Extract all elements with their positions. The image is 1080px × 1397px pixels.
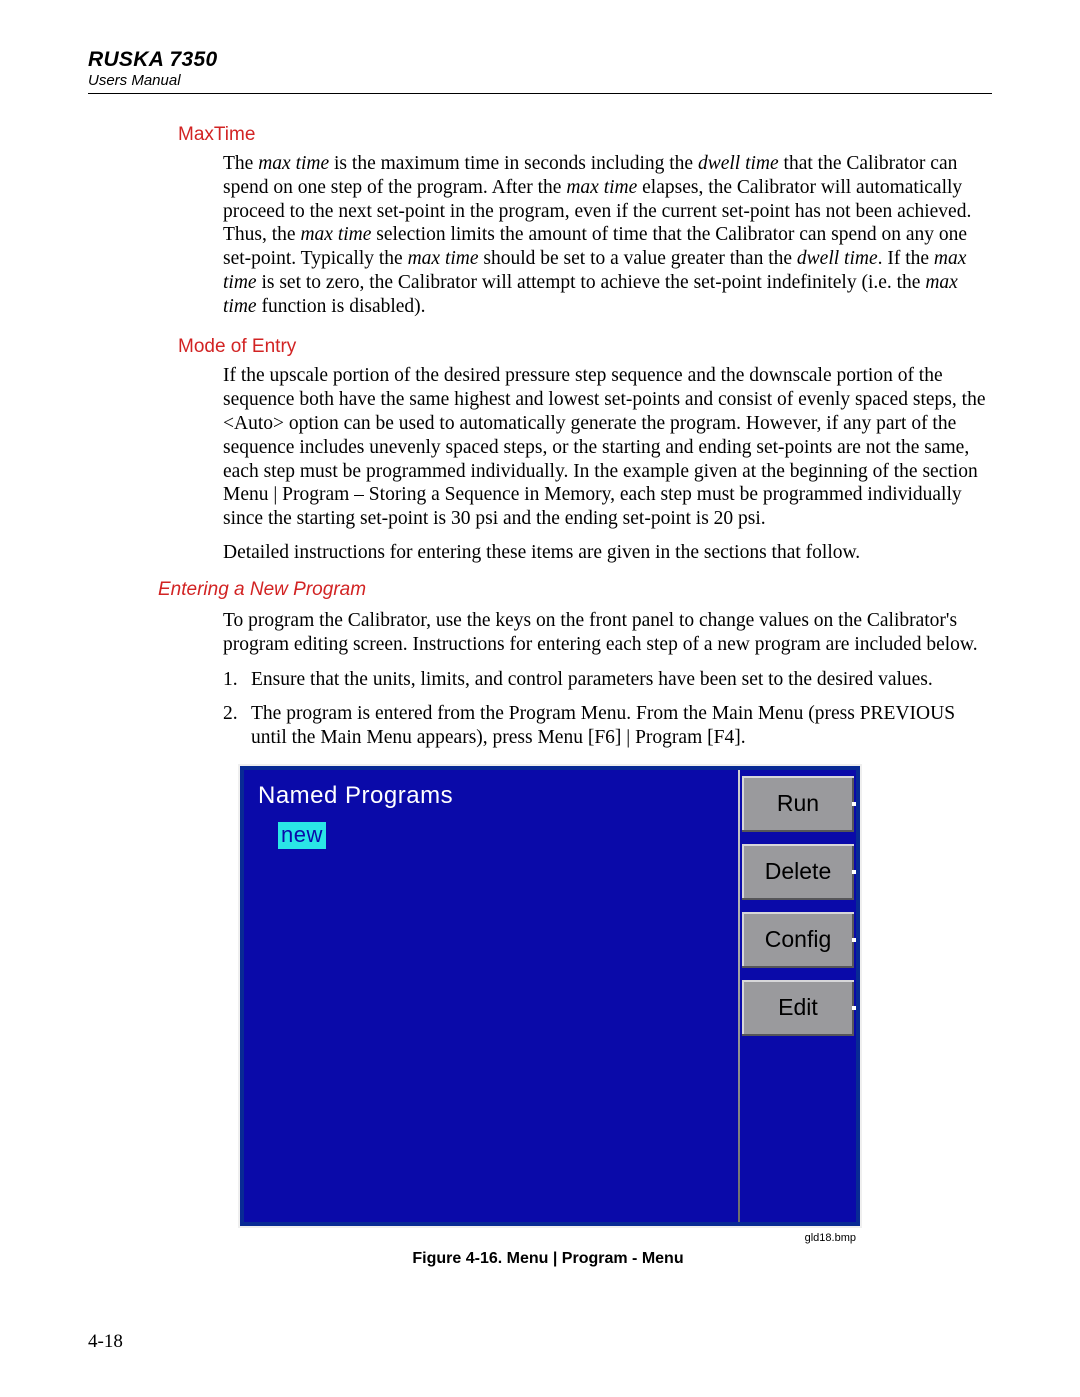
- para-mode-of-entry: If the upscale portion of the desired pr…: [223, 364, 992, 564]
- figure-caption: Figure 4-16. Menu | Program - Menu: [238, 1250, 858, 1268]
- program-item-selected[interactable]: new: [278, 822, 326, 849]
- heading-entering-new-program: Entering a New Program: [158, 579, 992, 601]
- doc-title: RUSKA 7350: [88, 48, 992, 72]
- entering-intro-text: To program the Calibrator, use the keys …: [223, 609, 992, 657]
- list-item: 2. The program is entered from the Progr…: [223, 702, 992, 750]
- list-number: 2.: [223, 702, 251, 750]
- list-item: 1. Ensure that the units, limits, and co…: [223, 668, 992, 692]
- doc-subtitle: Users Manual: [88, 72, 992, 89]
- screen-title: Named Programs: [258, 782, 720, 810]
- step-2-text: The program is entered from the Program …: [251, 702, 992, 750]
- heading-maxtime: MaxTime: [178, 124, 992, 146]
- heading-mode-of-entry: Mode of Entry: [178, 336, 992, 358]
- softkey-config[interactable]: Config: [742, 912, 854, 968]
- figure-filename: gld18.bmp: [736, 1232, 858, 1244]
- text-maxtime: The max time is the maximum time in seco…: [223, 152, 992, 318]
- softkey-column: Run Delete Config Edit: [738, 770, 856, 1222]
- entering-intro: To program the Calibrator, use the keys …: [223, 609, 992, 657]
- entering-steps-list: 1. Ensure that the units, limits, and co…: [223, 668, 992, 749]
- page-header: RUSKA 7350 Users Manual: [88, 48, 992, 94]
- step-1-text: Ensure that the units, limits, and contr…: [251, 668, 992, 692]
- page-number: 4-18: [88, 1331, 123, 1353]
- figure-wrap: Named Programs new Run Delete Config Edi…: [238, 764, 858, 1268]
- softkey-delete[interactable]: Delete: [742, 844, 854, 900]
- device-screen: Named Programs new Run Delete Config Edi…: [238, 764, 862, 1228]
- mode-para-1: If the upscale portion of the desired pr…: [223, 364, 992, 530]
- list-number: 1.: [223, 668, 251, 692]
- softkey-run[interactable]: Run: [742, 776, 854, 832]
- mode-para-2: Detailed instructions for entering these…: [223, 541, 992, 565]
- para-maxtime: The max time is the maximum time in seco…: [223, 152, 992, 318]
- softkey-edit[interactable]: Edit: [742, 980, 854, 1036]
